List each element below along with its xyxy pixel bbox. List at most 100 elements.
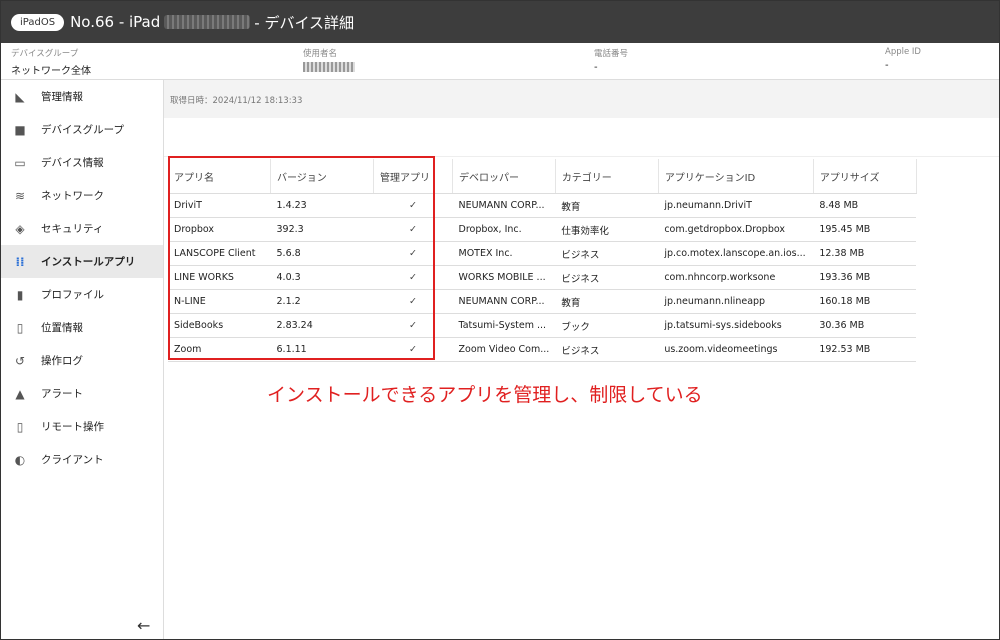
main-content: 取得日時：2024/11/12 18:13:33 アプリ名 バージョン 管理アプ… — [164, 80, 999, 639]
sidebar-item-label: 管理情報 — [41, 91, 83, 103]
sidebar-item[interactable]: ⁞⁞ インストールアプリ — [1, 245, 163, 278]
sidebar-item-label: インストールアプリ — [41, 256, 136, 268]
cell-developer: Tatsumi-System ... — [452, 313, 556, 338]
table-row[interactable]: DriviT 1.4.23 ✓ NEUMANN CORP... 教育 jp.neumann… — [168, 193, 917, 218]
sidebar-item-label: デバイス情報 — [41, 157, 104, 169]
redacted-device-name — [164, 15, 251, 29]
apple-id-label: Apple ID — [885, 47, 921, 57]
cell-category: ビジネス — [555, 265, 659, 290]
sidebar-item[interactable]: ▭ デバイス情報 — [1, 146, 163, 179]
apple-id-info: Apple ID - — [885, 47, 921, 71]
sidebar-item-label: ネットワーク — [41, 190, 104, 202]
col-header-developer[interactable]: デベロッパー — [452, 159, 556, 194]
cell-managed: ✓ — [373, 289, 453, 314]
sidebar-item-label: デバイスグループ — [41, 124, 125, 136]
annotation-text: インストールできるアプリを管理し、制限している — [267, 384, 703, 406]
table-header-row: アプリ名 バージョン 管理アプリ デベロッパー カテゴリー アプリケーションID… — [168, 159, 917, 194]
cell-app-name: Dropbox — [168, 217, 271, 242]
cell-developer: Zoom Video Com... — [452, 337, 556, 362]
collapse-arrow-icon[interactable]: ← — [137, 616, 150, 635]
cell-app-size: 193.36 MB — [813, 265, 917, 290]
table-row[interactable]: Dropbox 392.3 ✓ Dropbox, Inc. 仕事効率化 com.getdr… — [168, 217, 917, 242]
title-suffix: - デバイス詳細 — [254, 13, 354, 32]
table-toolbar — [164, 118, 999, 157]
table-body: DriviT 1.4.23 ✓ NEUMANN CORP... 教育 jp.neumann… — [168, 193, 917, 362]
cell-category: 教育 — [555, 289, 659, 314]
app-window: iPadOS No.66 - iPad - デバイス詳細 デバイスグループ ネッ… — [0, 0, 1000, 640]
cell-category: ビジネス — [555, 337, 659, 362]
sidebar-item[interactable]: ≋ ネットワーク — [1, 179, 163, 212]
sidebar-item[interactable]: ▮ プロファイル — [1, 278, 163, 311]
device-group-info: デバイスグループ ネットワーク全体 — [11, 47, 91, 77]
user-info: 使用者名 — [303, 47, 355, 75]
history-icon: ↺ — [14, 353, 26, 368]
page-title: No.66 - iPad - デバイス詳細 — [70, 12, 354, 33]
cell-app-id: jp.neumann.DriviT — [658, 193, 814, 218]
sidebar-item[interactable]: ◣ 管理情報 — [1, 80, 163, 113]
col-header-app-id[interactable]: アプリケーションID — [658, 159, 814, 194]
cell-category: 教育 — [555, 193, 659, 218]
sidebar-item[interactable]: ◐ クライアント — [1, 443, 163, 476]
fetched-at-bar: 取得日時：2024/11/12 18:13:33 — [164, 80, 999, 118]
col-header-category[interactable]: カテゴリー — [555, 159, 659, 194]
cell-app-size: 192.53 MB — [813, 337, 917, 362]
cell-app-id: us.zoom.videomeetings — [658, 337, 814, 362]
col-header-app-size[interactable]: アプリサイズ — [813, 159, 917, 194]
cell-developer: MOTEX Inc. — [452, 241, 556, 266]
sidebar-item-label: 位置情報 — [41, 322, 83, 334]
sidebar-item-label: 操作ログ — [41, 355, 83, 367]
sidebar-nav: ◣ 管理情報 ■ デバイスグループ ▭ デバイス情報 ≋ ネットワーク ◈ セキュリティ ⁞⁞ インス… — [1, 80, 163, 476]
cell-app-name: SideBooks — [168, 313, 271, 338]
sidebar-item-label: クライアント — [41, 454, 104, 466]
user-label: 使用者名 — [303, 49, 338, 59]
sidebar-item[interactable]: ◈ セキュリティ — [1, 212, 163, 245]
sidebar-item[interactable]: ■ デバイスグループ — [1, 113, 163, 146]
sidebar-item-label: アラート — [41, 388, 83, 400]
cell-managed: ✓ — [373, 193, 453, 218]
installed-apps-table: アプリ名 バージョン 管理アプリ デベロッパー カテゴリー アプリケーションID… — [168, 159, 917, 362]
cell-category: 仕事効率化 — [555, 217, 659, 242]
table-row[interactable]: N-LINE 2.1.2 ✓ NEUMANN CORP... 教育 jp.neumann.… — [168, 289, 917, 314]
table-row[interactable]: SideBooks 2.83.24 ✓ Tatsumi-System ... ブック jp… — [168, 313, 917, 338]
cell-developer: NEUMANN CORP... — [452, 193, 556, 218]
cell-category: ビジネス — [555, 241, 659, 266]
fetched-at-text: 取得日時：2024/11/12 18:13:33 — [170, 96, 303, 106]
col-header-version[interactable]: バージョン — [270, 159, 374, 194]
wifi-icon: ≋ — [14, 188, 26, 203]
cell-managed: ✓ — [373, 337, 453, 362]
remote-phone-icon: ▯ — [16, 419, 24, 434]
cell-category: ブック — [555, 313, 659, 338]
cell-managed: ✓ — [373, 241, 453, 266]
sidebar: ◣ 管理情報 ■ デバイスグループ ▭ デバイス情報 ≋ ネットワーク ◈ セキュリティ ⁞⁞ インス… — [1, 80, 164, 639]
os-badge: iPadOS — [11, 13, 65, 31]
warning-icon: ▲ — [15, 386, 25, 401]
sidebar-item-label: リモート操作 — [41, 421, 104, 433]
table-row[interactable]: LANSCOPE Client 5.6.8 ✓ MOTEX Inc. ビジネス jp.co… — [168, 241, 917, 266]
col-header-app-name[interactable]: アプリ名 — [168, 159, 271, 194]
cell-developer: WORKS MOBILE ... — [452, 265, 556, 290]
table-row[interactable]: Zoom 6.1.11 ✓ Zoom Video Com... ビジネス us.zoom.… — [168, 337, 917, 362]
phone-info: 電話番号 - — [594, 47, 628, 73]
sidebar-item[interactable]: ↺ 操作ログ — [1, 344, 163, 377]
table-row[interactable]: LINE WORKS 4.0.3 ✓ WORKS MOBILE ... ビジネス com.… — [168, 265, 917, 290]
phone-label: 電話番号 — [594, 49, 629, 59]
cell-version: 1.4.23 — [270, 193, 374, 218]
cell-app-id: jp.co.motex.lanscope.an.ios... — [658, 241, 814, 266]
sidebar-item[interactable]: ▲ アラート — [1, 377, 163, 410]
sidebar-item[interactable]: ▯ リモート操作 — [1, 410, 163, 443]
sidebar-item[interactable]: ▯ 位置情報 — [1, 311, 163, 344]
tag-icon: ◣ — [15, 89, 25, 104]
cell-app-name: Zoom — [168, 337, 271, 362]
cell-app-name: DriviT — [168, 193, 271, 218]
cell-version: 2.83.24 — [270, 313, 374, 338]
folder-icon: ■ — [14, 122, 26, 137]
cell-app-size: 30.36 MB — [813, 313, 917, 338]
cell-app-name: LANSCOPE Client — [168, 241, 271, 266]
col-header-managed[interactable]: 管理アプリ — [373, 159, 453, 194]
cell-developer: Dropbox, Inc. — [452, 217, 556, 242]
apps-grid-icon: ⁞⁞ — [15, 254, 25, 269]
cell-version: 2.1.2 — [270, 289, 374, 314]
cell-app-name: LINE WORKS — [168, 265, 271, 290]
cell-version: 4.0.3 — [270, 265, 374, 290]
cell-managed: ✓ — [373, 265, 453, 290]
